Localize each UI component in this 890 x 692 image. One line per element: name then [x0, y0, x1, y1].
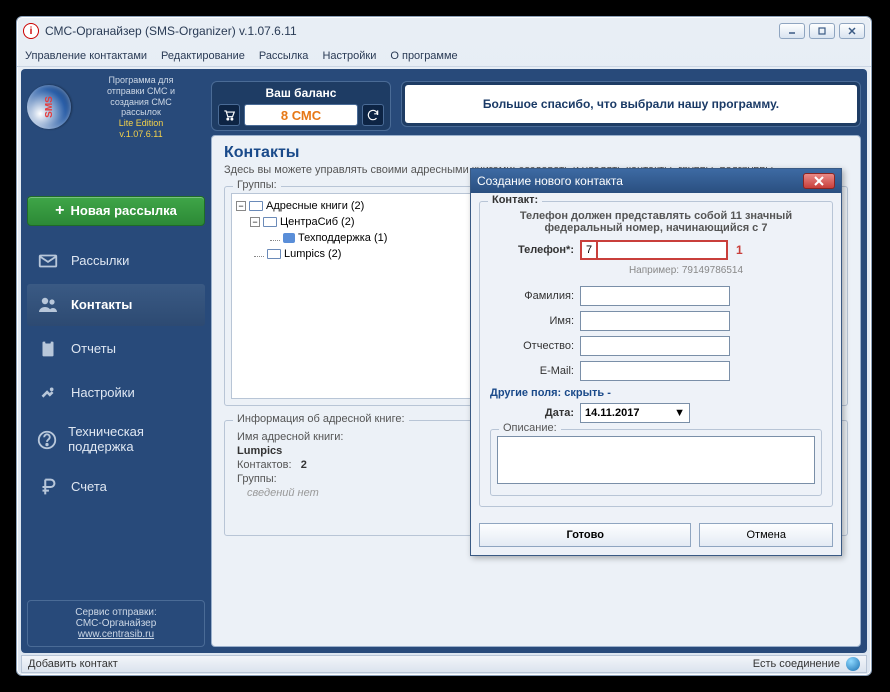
nav-contacts[interactable]: Контакты: [27, 284, 205, 326]
brand-text: Программа дляотправки СМС исоздания СМСр…: [77, 75, 205, 140]
cancel-button[interactable]: Отмена: [699, 523, 833, 547]
ruble-icon: [35, 474, 61, 500]
phone-example: Например: 79149786514: [550, 265, 822, 276]
brand-block: SMS Программа дляотправки СМС исоздания …: [27, 75, 205, 140]
phone-length-counter: 1: [736, 243, 743, 257]
plus-icon: +: [55, 202, 64, 220]
status-right: Есть соединение: [753, 658, 840, 670]
globe-icon: [846, 657, 860, 671]
balance-box: Ваш баланс 8 СМС: [211, 81, 391, 131]
nav-settings[interactable]: Настройки: [27, 372, 205, 414]
app-icon: i: [23, 23, 39, 39]
close-button[interactable]: [839, 23, 865, 39]
book-icon: [263, 217, 277, 227]
phone-input[interactable]: [598, 240, 728, 260]
dialog-titlebar: Создание нового контакта: [471, 169, 841, 193]
maximize-button[interactable]: [809, 23, 835, 39]
book-icon: [249, 201, 263, 211]
email-input[interactable]: [580, 361, 730, 381]
middlename-input[interactable]: [580, 336, 730, 356]
menu-edit[interactable]: Редактирование: [161, 50, 245, 62]
book-icon: [267, 249, 281, 259]
page-title: Контакты: [224, 144, 848, 162]
status-left: Добавить контакт: [28, 658, 118, 670]
service-info: Сервис отправки: СМС-Органайзер www.cent…: [27, 600, 205, 647]
lastname-input[interactable]: [580, 286, 730, 306]
nav-support[interactable]: Техническая поддержка: [27, 416, 205, 464]
sms-logo-icon: SMS: [27, 85, 71, 129]
group-icon: [283, 233, 295, 243]
expand-icon[interactable]: −: [236, 201, 246, 211]
menubar: Управление контактами Редактирование Рас…: [17, 45, 871, 67]
contact-fieldset: Контакт: Телефон должен представлять соб…: [479, 201, 833, 507]
envelope-icon: [35, 248, 61, 274]
plug-icon: [35, 380, 61, 406]
refresh-button[interactable]: [362, 104, 384, 126]
window-title: СМС-Органайзер (SMS-Organizer) v.1.07.6.…: [45, 24, 779, 38]
chevron-down-icon: ▼: [674, 407, 685, 419]
clipboard-icon: [35, 336, 61, 362]
nav-mailings[interactable]: Рассылки: [27, 240, 205, 282]
phone-hint: Телефон должен представлять собой 11 зна…: [490, 210, 822, 234]
ok-button[interactable]: Готово: [479, 523, 691, 547]
other-fields-toggle[interactable]: Другие поля: скрыть -: [490, 387, 822, 399]
menu-send[interactable]: Рассылка: [259, 50, 309, 62]
left-panel: SMS Программа дляотправки СМС исоздания …: [27, 75, 205, 647]
titlebar: i СМС-Органайзер (SMS-Organizer) v.1.07.…: [17, 17, 871, 45]
phone-prefix-input[interactable]: [580, 240, 598, 260]
cart-button[interactable]: [218, 104, 240, 126]
service-link[interactable]: www.centrasib.ru: [78, 629, 154, 640]
description-input[interactable]: [497, 436, 815, 484]
statusbar: Добавить контакт Есть соединение: [21, 655, 867, 673]
minimize-button[interactable]: [779, 23, 805, 39]
description-fieldset: Описание:: [490, 429, 822, 496]
date-picker[interactable]: 14.11.2017 ▼: [580, 403, 690, 423]
firstname-input[interactable]: [580, 311, 730, 331]
dialog-close-button[interactable]: [803, 173, 835, 189]
new-contact-dialog: Создание нового контакта Контакт: Телефо…: [470, 168, 842, 556]
menu-about[interactable]: О программе: [390, 50, 457, 62]
new-mailing-button[interactable]: + Новая рассылка: [27, 196, 205, 226]
thanks-box: Большое спасибо, что выбрали нашу програ…: [401, 81, 861, 127]
nav-reports[interactable]: Отчеты: [27, 328, 205, 370]
expand-icon[interactable]: −: [250, 217, 260, 227]
question-icon: [35, 427, 58, 453]
nav-bills[interactable]: Счета: [27, 466, 205, 508]
nav-list: Рассылки Контакты Отчеты Настройки Техни…: [27, 240, 205, 508]
people-icon: [35, 292, 61, 318]
menu-settings[interactable]: Настройки: [322, 50, 376, 62]
balance-value: 8 СМС: [244, 104, 358, 126]
menu-contacts[interactable]: Управление контактами: [25, 50, 147, 62]
